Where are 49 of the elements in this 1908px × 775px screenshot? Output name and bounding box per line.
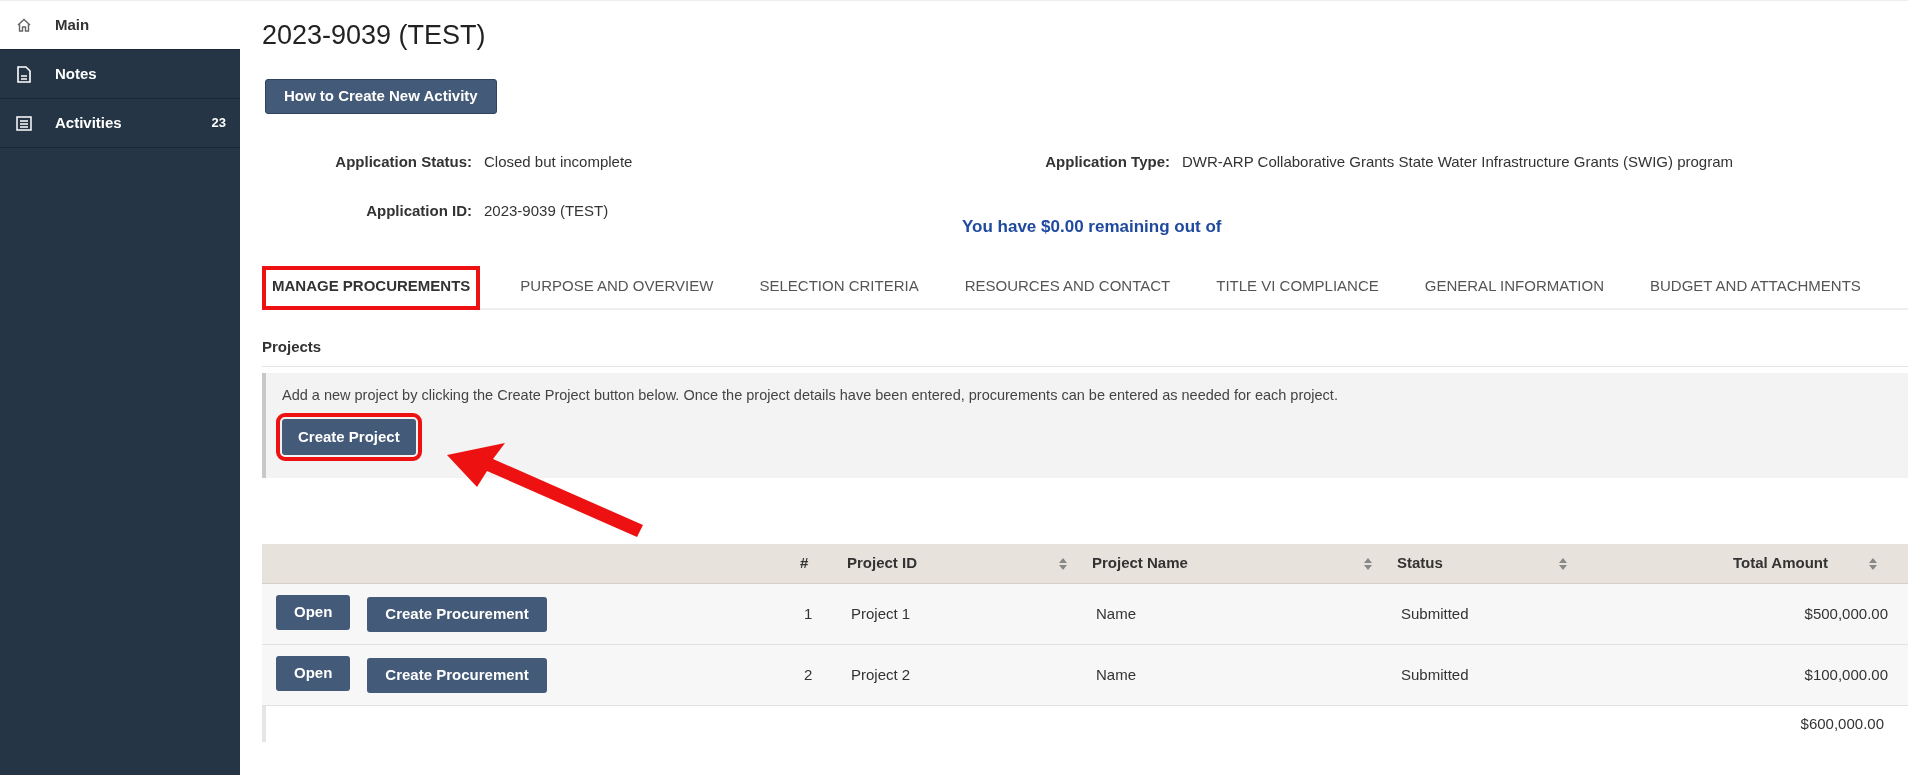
table-cell: 1 [804, 604, 813, 622]
table-cell: Project 1 [851, 604, 911, 622]
open-button[interactable]: Open [276, 655, 351, 691]
create-procurement-button[interactable]: Create Procurement [367, 596, 547, 632]
table-cell: 2 [804, 665, 813, 683]
home-icon [16, 17, 32, 33]
sidebar-item[interactable]: Notes [0, 50, 240, 99]
table-cell: Submitted [1401, 604, 1469, 622]
column-header[interactable]: Total Amount [1733, 552, 1828, 575]
field-value: 2023-9039 (TEST) [484, 200, 609, 221]
section-heading: Projects [262, 335, 1908, 367]
column-header[interactable]: Project ID [847, 552, 918, 575]
page-title: 2023-9039 (TEST) [262, 19, 486, 52]
tab[interactable]: RESOURCES AND CONTACT [956, 265, 1179, 310]
table-cell-text: $500,000.00 [1804, 603, 1888, 624]
field-value: Closed but incomplete [484, 151, 633, 172]
remaining-notice: You have $0.00 remaining out of [962, 217, 1222, 236]
tab[interactable]: SELECTION CRITERIA [751, 265, 927, 310]
column-header[interactable]: Project Name [1092, 552, 1188, 575]
sort-icon[interactable] [1363, 556, 1373, 571]
total-amount: $600,000.00 [1800, 713, 1884, 734]
field-label: Application Type: [1044, 151, 1170, 172]
tab[interactable]: TITLE VI COMPLIANCE [1208, 265, 1387, 310]
sort-icon[interactable] [1558, 556, 1568, 571]
sort-icon[interactable] [1058, 556, 1068, 571]
sidebar-item[interactable]: Activities 23 [0, 99, 240, 148]
help-button[interactable]: How to Create New Activity [265, 79, 497, 114]
table-cell: Submitted [1401, 665, 1469, 683]
column-header[interactable]: # [800, 552, 809, 575]
list-icon [16, 115, 32, 131]
sidebar-item[interactable]: Main [0, 1, 240, 50]
tab[interactable]: PURPOSE AND OVERVIEW [512, 265, 722, 310]
tab[interactable]: MANAGE PROCUREMENTS [262, 265, 481, 310]
table-cell: Project 2 [851, 665, 911, 683]
document-icon [17, 65, 31, 83]
field-label: Application ID: [365, 200, 472, 221]
table-cell: Name [1096, 604, 1136, 622]
tab[interactable]: GENERAL INFORMATION [1416, 265, 1612, 310]
create-procurement-button[interactable]: Create Procurement [367, 657, 547, 693]
tab[interactable]: BUDGET AND ATTACHMENTS [1641, 265, 1869, 310]
field-label: Application Status: [334, 151, 472, 172]
activity-count: 23 [211, 114, 226, 133]
column-header[interactable]: Status [1397, 552, 1443, 575]
table-cell: Name [1096, 665, 1136, 683]
table-cell-text: $100,000.00 [1804, 664, 1888, 685]
instruction-text: Add a new project by clicking the Create Project button below. Once the project details have been entered, procurements can be entered as needed for each project. [282, 386, 1338, 405]
field-value: DWR-ARP Collaborative Grants State Water Infrastructure Grants (SWIG) program [1182, 151, 1733, 172]
sort-icon[interactable] [1868, 556, 1878, 571]
open-button[interactable]: Open [276, 594, 351, 630]
